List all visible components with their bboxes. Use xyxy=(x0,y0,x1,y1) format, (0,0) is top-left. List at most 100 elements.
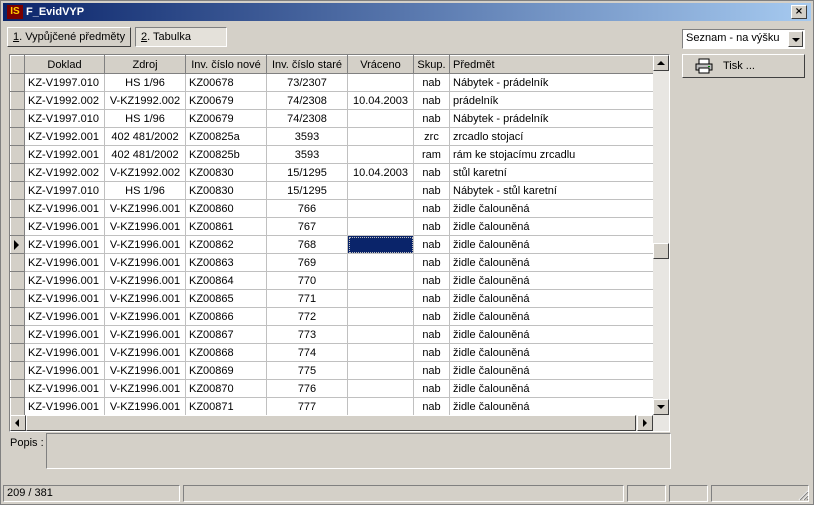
cell-zdroj[interactable]: V-KZ1996.001 xyxy=(104,217,186,236)
cell-zdroj[interactable]: V-KZ1992.002 xyxy=(104,163,186,182)
cell-skup[interactable]: nab xyxy=(413,163,450,182)
cell-doklad[interactable]: KZ-V1996.001 xyxy=(24,271,105,290)
tab-borrowed-items[interactable]: 1. Vypůjčené předměty xyxy=(7,27,131,47)
cell-skup[interactable]: nab xyxy=(413,253,450,272)
cell-inv-old[interactable]: 74/2308 xyxy=(266,91,348,110)
cell-zdroj[interactable]: V-KZ1996.001 xyxy=(104,325,186,344)
cell-inv-new[interactable]: KZ00865 xyxy=(185,289,267,308)
table-row[interactable]: KZ-V1996.001 V-KZ1996.001 KZ00866 772 nab žid… xyxy=(10,307,654,326)
cell-predmet[interactable]: Nábytek - stůl karetní xyxy=(449,181,654,200)
cell-doklad[interactable]: KZ-V1996.001 xyxy=(24,379,105,398)
cell-skup[interactable]: nab xyxy=(413,73,450,92)
cell-zdroj[interactable]: 402 481/2002 xyxy=(104,127,186,146)
cell-zdroj[interactable]: V-KZ1992.002 xyxy=(104,91,186,110)
row-selector[interactable] xyxy=(10,217,25,236)
close-button[interactable]: × xyxy=(791,5,807,19)
cell-zdroj[interactable]: V-KZ1996.001 xyxy=(104,361,186,380)
vertical-scroll-thumb[interactable] xyxy=(653,243,669,259)
cell-inv-new[interactable]: KZ00869 xyxy=(185,361,267,380)
row-selector[interactable] xyxy=(10,109,25,128)
cell-doklad[interactable]: KZ-V1992.001 xyxy=(24,127,105,146)
table-row[interactable]: KZ-V1996.001 V-KZ1996.001 KZ00862 768 nab žid… xyxy=(10,235,654,254)
cell-vraceno[interactable] xyxy=(347,361,414,380)
cell-doklad[interactable]: KZ-V1996.001 xyxy=(24,397,105,416)
cell-predmet[interactable]: židle čalouněná xyxy=(449,199,654,218)
cell-inv-new[interactable]: KZ00679 xyxy=(185,109,267,128)
cell-inv-old[interactable]: 770 xyxy=(266,271,348,290)
cell-inv-new[interactable]: KZ00870 xyxy=(185,379,267,398)
cell-inv-new[interactable]: KZ00678 xyxy=(185,73,267,92)
row-selector[interactable] xyxy=(10,163,25,182)
cell-zdroj[interactable]: V-KZ1996.001 xyxy=(104,397,186,416)
data-grid[interactable]: Doklad Zdroj Inv. číslo nové Inv. číslo … xyxy=(9,54,670,432)
column-header-predmet[interactable]: Předmět xyxy=(449,55,654,74)
cell-zdroj[interactable]: V-KZ1996.001 xyxy=(104,343,186,362)
cell-predmet[interactable]: židle čalouněná xyxy=(449,343,654,362)
cell-inv-new[interactable]: KZ00861 xyxy=(185,217,267,236)
cell-doklad[interactable]: KZ-V1997.010 xyxy=(24,73,105,92)
cell-zdroj[interactable]: V-KZ1996.001 xyxy=(104,253,186,272)
cell-zdroj[interactable]: 402 481/2002 xyxy=(104,145,186,164)
tab-table[interactable]: 2. Tabulka xyxy=(135,27,227,47)
cell-inv-old[interactable]: 773 xyxy=(266,325,348,344)
table-row[interactable]: KZ-V1996.001 V-KZ1996.001 KZ00863 769 nab žid… xyxy=(10,253,654,272)
cell-skup[interactable]: nab xyxy=(413,397,450,416)
cell-predmet[interactable]: Nábytek - prádelník xyxy=(449,73,654,92)
cell-skup[interactable]: nab xyxy=(413,199,450,218)
row-selector[interactable] xyxy=(10,235,25,254)
cell-predmet[interactable]: židle čalouněná xyxy=(449,289,654,308)
cell-doklad[interactable]: KZ-V1996.001 xyxy=(24,361,105,380)
resize-grip-icon[interactable] xyxy=(797,489,809,501)
cell-vraceno[interactable] xyxy=(347,181,414,200)
column-header-skup[interactable]: Skup. xyxy=(413,55,450,74)
cell-predmet[interactable]: prádelník xyxy=(449,91,654,110)
chevron-down-icon[interactable] xyxy=(788,31,803,47)
cell-doklad[interactable]: KZ-V1996.001 xyxy=(24,217,105,236)
cell-doklad[interactable]: KZ-V1997.010 xyxy=(24,109,105,128)
cell-skup[interactable]: nab xyxy=(413,361,450,380)
cell-vraceno[interactable] xyxy=(347,307,414,326)
cell-vraceno[interactable] xyxy=(347,397,414,416)
print-button[interactable]: Tisk ... xyxy=(682,54,805,78)
cell-vraceno[interactable] xyxy=(347,325,414,344)
title-bar[interactable]: IS F_EvidVYP × xyxy=(3,3,811,21)
cell-inv-new[interactable]: KZ00679 xyxy=(185,91,267,110)
cell-inv-new[interactable]: KZ00868 xyxy=(185,343,267,362)
cell-zdroj[interactable]: HS 1/96 xyxy=(104,181,186,200)
table-row[interactable]: KZ-V1996.001 V-KZ1996.001 KZ00869 775 nab žid… xyxy=(10,361,654,380)
table-row[interactable]: KZ-V1996.001 V-KZ1996.001 KZ00870 776 nab žid… xyxy=(10,379,654,398)
cell-skup[interactable]: nab xyxy=(413,181,450,200)
cell-inv-old[interactable]: 3593 xyxy=(266,127,348,146)
cell-doklad[interactable]: KZ-V1996.001 xyxy=(24,325,105,344)
cell-vraceno[interactable] xyxy=(347,127,414,146)
cell-doklad[interactable]: KZ-V1996.001 xyxy=(24,343,105,362)
cell-vraceno[interactable] xyxy=(347,235,414,254)
cell-predmet[interactable]: židle čalouněná xyxy=(449,307,654,326)
cell-vraceno[interactable] xyxy=(347,379,414,398)
table-row[interactable]: KZ-V1996.001 V-KZ1996.001 KZ00868 774 nab žid… xyxy=(10,343,654,362)
table-row[interactable]: KZ-V1997.010 HS 1/96 KZ00679 74/2308 nab Náby… xyxy=(10,109,654,128)
cell-skup[interactable]: nab xyxy=(413,343,450,362)
row-selector[interactable] xyxy=(10,145,25,164)
cell-inv-old[interactable]: 74/2308 xyxy=(266,109,348,128)
cell-inv-new[interactable]: KZ00867 xyxy=(185,325,267,344)
cell-predmet[interactable]: židle čalouněná xyxy=(449,361,654,380)
cell-inv-old[interactable]: 3593 xyxy=(266,145,348,164)
cell-inv-new[interactable]: KZ00830 xyxy=(185,163,267,182)
cell-vraceno[interactable]: 10.04.2003 xyxy=(347,91,414,110)
row-selector[interactable] xyxy=(10,73,25,92)
table-row[interactable]: KZ-V1992.001 402 481/2002 KZ00825a 3593 zrc z… xyxy=(10,127,654,146)
cell-vraceno[interactable] xyxy=(347,199,414,218)
cell-zdroj[interactable]: V-KZ1996.001 xyxy=(104,379,186,398)
cell-inv-new[interactable]: KZ00860 xyxy=(185,199,267,218)
row-selector[interactable] xyxy=(10,397,25,416)
cell-predmet[interactable]: zrcadlo stojací xyxy=(449,127,654,146)
cell-inv-old[interactable]: 775 xyxy=(266,361,348,380)
cell-skup[interactable]: zrc xyxy=(413,127,450,146)
cell-vraceno[interactable] xyxy=(347,289,414,308)
cell-vraceno[interactable] xyxy=(347,271,414,290)
cell-skup[interactable]: nab xyxy=(413,307,450,326)
cell-predmet[interactable]: židle čalouněná xyxy=(449,325,654,344)
cell-skup[interactable]: ram xyxy=(413,145,450,164)
cell-skup[interactable]: nab xyxy=(413,325,450,344)
